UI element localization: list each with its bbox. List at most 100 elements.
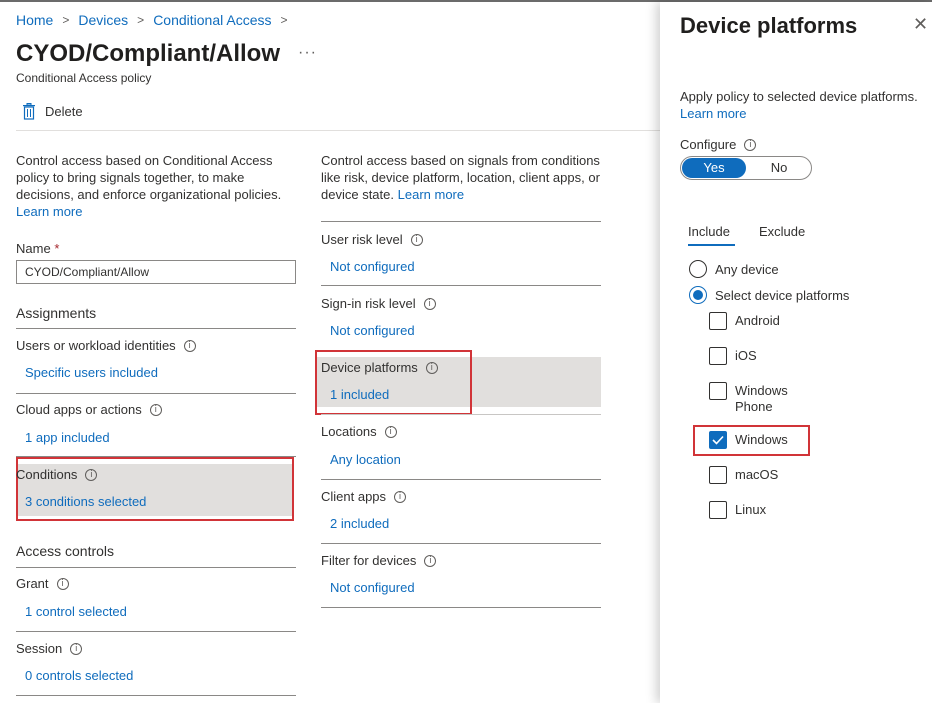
cloud-apps-label: Cloud apps or actions i bbox=[16, 402, 162, 417]
configure-toggle[interactable]: Yes No bbox=[680, 156, 812, 180]
info-icon[interactable]: i bbox=[183, 339, 196, 352]
grant-label: Grant i bbox=[16, 576, 69, 591]
more-options-button[interactable]: ··· bbox=[298, 44, 317, 62]
trash-icon bbox=[23, 103, 35, 120]
filter-devices-divider bbox=[321, 607, 601, 608]
toggle-yes[interactable]: Yes bbox=[682, 158, 746, 178]
conditions-link[interactable]: 3 conditions selected bbox=[25, 494, 146, 509]
panel-title: Device platforms bbox=[680, 13, 858, 38]
filter-devices-label-text: Filter for devices bbox=[321, 553, 417, 568]
grant-label-text: Grant bbox=[16, 576, 49, 591]
delete-button[interactable]: Delete bbox=[22, 103, 83, 120]
conditions-description: Control access based on signals from con… bbox=[321, 152, 603, 203]
breadcrumb-devices[interactable]: Devices bbox=[78, 12, 128, 28]
radio-selected-dot bbox=[693, 290, 703, 300]
tab-exclude[interactable]: Exclude bbox=[759, 224, 805, 239]
session-label: Session i bbox=[16, 641, 83, 656]
session-label-text: Session bbox=[16, 641, 63, 656]
assignments-divider bbox=[16, 328, 296, 329]
cloud-apps-label-text: Cloud apps or actions bbox=[16, 402, 142, 417]
checkbox-ios[interactable] bbox=[709, 347, 727, 365]
info-icon[interactable]: i bbox=[410, 233, 423, 246]
checkbox-linux-label: Linux bbox=[735, 502, 767, 517]
info-icon[interactable]: i bbox=[425, 361, 438, 374]
checkbox-ios-label: iOS bbox=[735, 348, 757, 363]
checkbox-windows[interactable] bbox=[709, 431, 727, 449]
name-input[interactable]: CYOD/Compliant/Allow bbox=[16, 260, 296, 284]
delete-label: Delete bbox=[45, 104, 83, 119]
info-icon[interactable]: i bbox=[744, 138, 757, 151]
users-label: Users or workload identities i bbox=[16, 338, 196, 353]
cloud-apps-link[interactable]: 1 app included bbox=[25, 430, 110, 445]
checkmark-icon bbox=[712, 435, 724, 445]
user-risk-label: User risk level i bbox=[321, 232, 423, 247]
panel-learn-more-link[interactable]: Learn more bbox=[680, 105, 930, 122]
close-icon[interactable]: ✕ bbox=[913, 14, 928, 35]
radio-any-device[interactable] bbox=[689, 260, 707, 278]
users-link[interactable]: Specific users included bbox=[25, 365, 158, 380]
device-platforms-divider bbox=[321, 414, 601, 415]
tab-include[interactable]: Include bbox=[688, 224, 730, 239]
user-risk-label-text: User risk level bbox=[321, 232, 403, 247]
radio-select-platforms[interactable] bbox=[689, 286, 707, 304]
access-controls-divider bbox=[16, 567, 296, 568]
conditions-label: Conditions i bbox=[16, 467, 98, 482]
info-icon[interactable]: i bbox=[424, 554, 437, 567]
page-subtitle: Conditional Access policy bbox=[16, 71, 152, 85]
signin-risk-label-text: Sign-in risk level bbox=[321, 296, 416, 311]
users-label-text: Users or workload identities bbox=[16, 338, 176, 353]
required-mark: * bbox=[54, 241, 60, 256]
checkbox-windows-label: Windows bbox=[735, 432, 788, 447]
name-label-text: Name bbox=[16, 241, 51, 256]
info-icon[interactable]: i bbox=[423, 297, 436, 310]
toolbar-divider bbox=[16, 130, 660, 131]
grant-divider bbox=[16, 631, 296, 632]
checkbox-android-label: Android bbox=[735, 313, 780, 328]
locations-label: Locations i bbox=[321, 424, 397, 439]
configure-label: Configure i bbox=[680, 137, 757, 152]
policy-description: Control access based on Conditional Acce… bbox=[16, 152, 286, 220]
grant-link[interactable]: 1 control selected bbox=[25, 604, 127, 619]
tab-include-underline bbox=[688, 244, 735, 246]
panel-description: Apply policy to selected device platform… bbox=[680, 88, 930, 122]
checkbox-linux[interactable] bbox=[709, 501, 727, 519]
session-link[interactable]: 0 controls selected bbox=[25, 668, 133, 683]
checkbox-windows-phone[interactable] bbox=[709, 382, 727, 400]
toggle-no[interactable]: No bbox=[747, 157, 811, 179]
name-label: Name * bbox=[16, 241, 59, 256]
signin-risk-link[interactable]: Not configured bbox=[330, 323, 415, 338]
locations-label-text: Locations bbox=[321, 424, 377, 439]
access-controls-heading: Access controls bbox=[16, 543, 115, 559]
device-platforms-label-text: Device platforms bbox=[321, 360, 418, 375]
checkbox-macos[interactable] bbox=[709, 466, 727, 484]
info-icon[interactable]: i bbox=[56, 577, 69, 590]
info-icon[interactable]: i bbox=[394, 490, 407, 503]
checkbox-windows-phone-label-line2: Phone bbox=[735, 399, 773, 414]
learn-more-link[interactable]: Learn more bbox=[16, 203, 286, 220]
checkbox-macos-label: macOS bbox=[735, 467, 779, 482]
policy-description-text: Control access based on Conditional Acce… bbox=[16, 153, 282, 202]
checkbox-android[interactable] bbox=[709, 312, 727, 330]
conditions-top-divider bbox=[321, 221, 601, 222]
user-risk-link[interactable]: Not configured bbox=[330, 259, 415, 274]
user-risk-divider bbox=[321, 285, 601, 286]
chevron-right-icon: > bbox=[62, 13, 70, 27]
info-icon[interactable]: i bbox=[85, 468, 98, 481]
filter-devices-link[interactable]: Not configured bbox=[330, 580, 415, 595]
breadcrumb-conditional-access[interactable]: Conditional Access bbox=[153, 12, 271, 28]
learn-more-link[interactable]: Learn more bbox=[398, 187, 464, 202]
panel-description-text: Apply policy to selected device platform… bbox=[680, 89, 918, 104]
users-divider bbox=[16, 393, 296, 394]
info-icon[interactable]: i bbox=[384, 425, 397, 438]
locations-link[interactable]: Any location bbox=[330, 452, 401, 467]
info-icon[interactable]: i bbox=[149, 403, 162, 416]
breadcrumb-home[interactable]: Home bbox=[16, 12, 53, 28]
client-apps-label: Client apps i bbox=[321, 489, 407, 504]
client-apps-link[interactable]: 2 included bbox=[330, 516, 389, 531]
device-platforms-label: Device platforms i bbox=[321, 360, 438, 375]
signin-risk-label: Sign-in risk level i bbox=[321, 296, 436, 311]
info-icon[interactable]: i bbox=[70, 642, 83, 655]
session-divider bbox=[16, 695, 296, 696]
chevron-right-icon: > bbox=[280, 13, 288, 27]
device-platforms-link[interactable]: 1 included bbox=[330, 387, 389, 402]
